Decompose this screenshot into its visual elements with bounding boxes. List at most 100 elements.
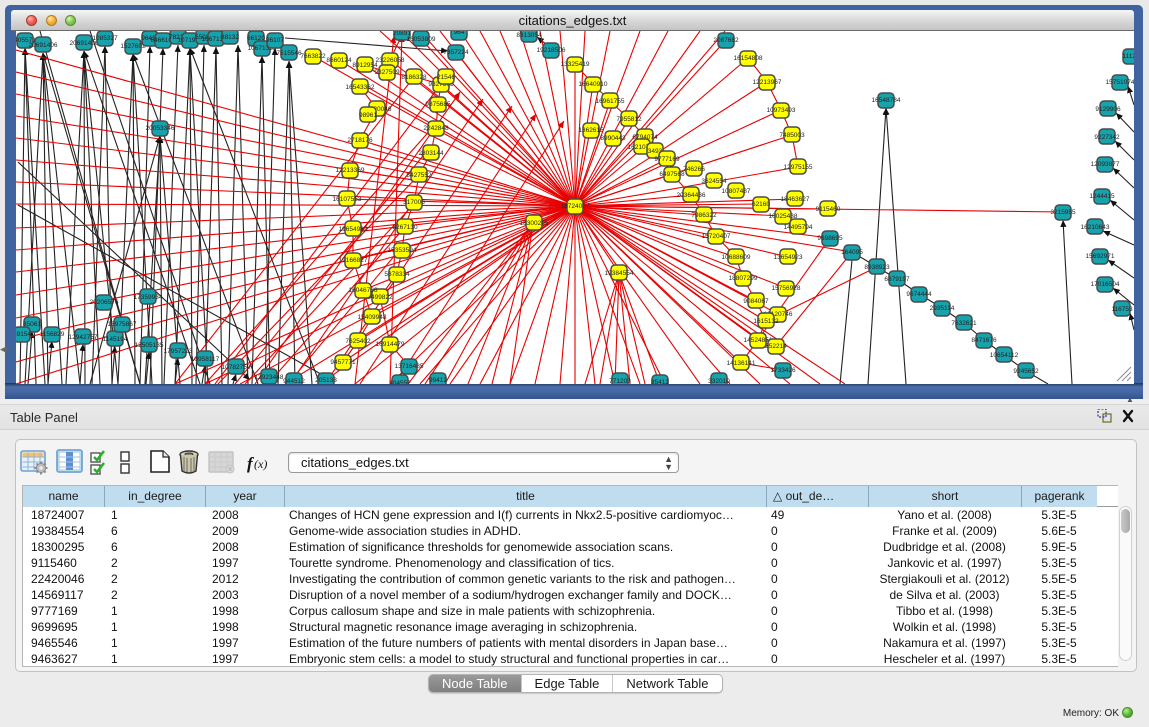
svg-text:8471676: 8471676: [971, 337, 997, 344]
svg-text:5878334: 5878334: [384, 271, 410, 278]
svg-text:8990443: 8990443: [600, 135, 626, 142]
svg-text:96107: 96107: [266, 37, 284, 44]
svg-text:21546: 21546: [437, 74, 455, 81]
svg-text:19384554: 19384554: [605, 270, 634, 277]
svg-text:18724007: 18724007: [561, 203, 590, 210]
svg-text:7357224: 7357224: [443, 49, 469, 56]
svg-text:17016504: 17016504: [1091, 281, 1120, 288]
svg-text:20691406: 20691406: [29, 42, 58, 49]
svg-text:1244415: 1244415: [1089, 193, 1115, 200]
svg-text:23226058: 23226058: [376, 57, 405, 64]
svg-text:12213369: 12213369: [336, 167, 365, 174]
svg-text:14495794: 14495794: [784, 224, 813, 231]
svg-text:1733426: 1733426: [770, 367, 796, 374]
svg-text:7625402: 7625402: [345, 338, 371, 345]
svg-text:16914479: 16914479: [376, 341, 405, 348]
svg-text:88132: 88132: [221, 34, 239, 41]
svg-text:104552: 104552: [389, 380, 411, 384]
svg-text:9875685: 9875685: [425, 101, 451, 108]
svg-text:2803144: 2803144: [418, 150, 444, 157]
svg-text:252214: 252214: [765, 343, 787, 350]
svg-text:12505135: 12505135: [135, 342, 164, 349]
svg-text:9698695: 9698695: [817, 235, 843, 242]
svg-text:7986322: 7986322: [691, 212, 717, 219]
svg-text:17359934: 17359934: [134, 294, 163, 301]
svg-text:1156829: 1156829: [40, 331, 65, 338]
svg-text:3215955: 3215955: [1050, 209, 1076, 216]
svg-text:7663822: 7663822: [300, 53, 326, 60]
svg-text:8938923: 8938923: [864, 264, 890, 271]
svg-text:332010: 332010: [708, 378, 730, 384]
svg-text:18807299: 18807299: [729, 275, 758, 282]
svg-text:116753: 116753: [1111, 306, 1133, 313]
svg-text:12975155: 12975155: [784, 164, 813, 171]
svg-text:9457771: 9457771: [330, 359, 356, 366]
svg-text:9777169: 9777169: [654, 156, 680, 163]
svg-text:15756928: 15756928: [772, 285, 801, 292]
svg-text:20053346: 20053346: [146, 125, 175, 132]
svg-text:16053809: 16053809: [407, 36, 436, 43]
svg-text:7955812: 7955812: [616, 116, 642, 123]
svg-text:10782759: 10782759: [222, 364, 251, 371]
svg-text:10958117: 10958117: [191, 356, 220, 363]
svg-text:85412: 85412: [651, 379, 669, 384]
svg-text:12923448: 12923448: [255, 374, 284, 381]
svg-text:9115460: 9115460: [816, 206, 841, 213]
svg-text:(x): (x): [254, 457, 267, 471]
svg-text:10807487: 10807487: [722, 188, 751, 195]
svg-text:13975867: 13975867: [108, 321, 137, 328]
svg-text:39154: 39154: [16, 331, 31, 338]
svg-text:8912954: 8912954: [352, 62, 378, 69]
svg-text:13325419: 13325419: [561, 61, 590, 68]
svg-text:1085327: 1085327: [92, 35, 118, 42]
svg-text:8813054: 8813054: [516, 32, 542, 39]
svg-text:13654923: 13654923: [774, 254, 803, 261]
svg-text:944512: 944512: [283, 378, 305, 384]
svg-text:964: 964: [454, 31, 465, 36]
svg-text:7485003: 7485003: [779, 132, 805, 139]
svg-text:16640910: 16640910: [579, 81, 608, 88]
svg-text:10688609: 10688609: [722, 254, 751, 261]
svg-text:15751074: 15751074: [1106, 79, 1134, 86]
svg-text:7515546: 7515546: [276, 50, 302, 57]
svg-text:1615132: 1615132: [753, 318, 779, 325]
svg-text:16154808: 16154808: [734, 55, 763, 62]
svg-text:10973493: 10973493: [767, 107, 796, 114]
svg-text:20364436: 20364436: [677, 192, 706, 199]
svg-text:20206576: 20206576: [90, 299, 119, 306]
svg-text:9327509: 9327509: [374, 69, 400, 76]
svg-text:8427552: 8427552: [406, 172, 432, 179]
svg-text:1145194: 1145194: [103, 336, 128, 343]
svg-text:2935114: 2935114: [930, 305, 955, 312]
svg-text:19218506: 19218506: [537, 47, 566, 54]
svg-text:16548784: 16548784: [872, 97, 901, 104]
svg-text:3624554: 3624554: [701, 178, 727, 185]
svg-text:99412: 99412: [429, 377, 447, 384]
svg-text:14136141: 14136141: [727, 360, 756, 367]
svg-text:13716485: 13716485: [395, 363, 424, 370]
svg-text:15720407: 15720407: [702, 233, 731, 240]
svg-text:746266: 746266: [683, 166, 705, 173]
svg-text:205133: 205133: [315, 377, 337, 384]
svg-text:18463627: 18463627: [781, 196, 810, 203]
svg-text:15353594: 15353594: [388, 247, 417, 254]
svg-text:9084067: 9084067: [743, 298, 769, 305]
svg-text:15409948: 15409948: [358, 314, 387, 321]
svg-text:8660124: 8660124: [326, 57, 352, 64]
svg-text:16961755: 16961755: [596, 98, 625, 105]
svg-text:62160: 62160: [752, 201, 770, 208]
svg-text:2242848: 2242848: [423, 125, 449, 132]
svg-text:2718176: 2718176: [347, 137, 373, 144]
svg-text:16210643: 16210643: [1081, 224, 1110, 231]
svg-text:2087682: 2087682: [713, 37, 739, 44]
svg-text:11123: 11123: [1122, 53, 1134, 60]
svg-text:12942757: 12942757: [69, 334, 98, 341]
svg-text:10654112: 10654112: [990, 352, 1019, 359]
svg-text:164095: 164095: [841, 249, 863, 256]
svg-text:19654982: 19654982: [339, 226, 368, 233]
svg-text:3267130: 3267130: [392, 224, 418, 231]
svg-text:16107553: 16107553: [333, 196, 362, 203]
svg-text:17957223: 17957223: [164, 348, 193, 355]
svg-text:317006: 317006: [403, 199, 425, 206]
svg-text:1362615: 1362615: [578, 127, 604, 134]
